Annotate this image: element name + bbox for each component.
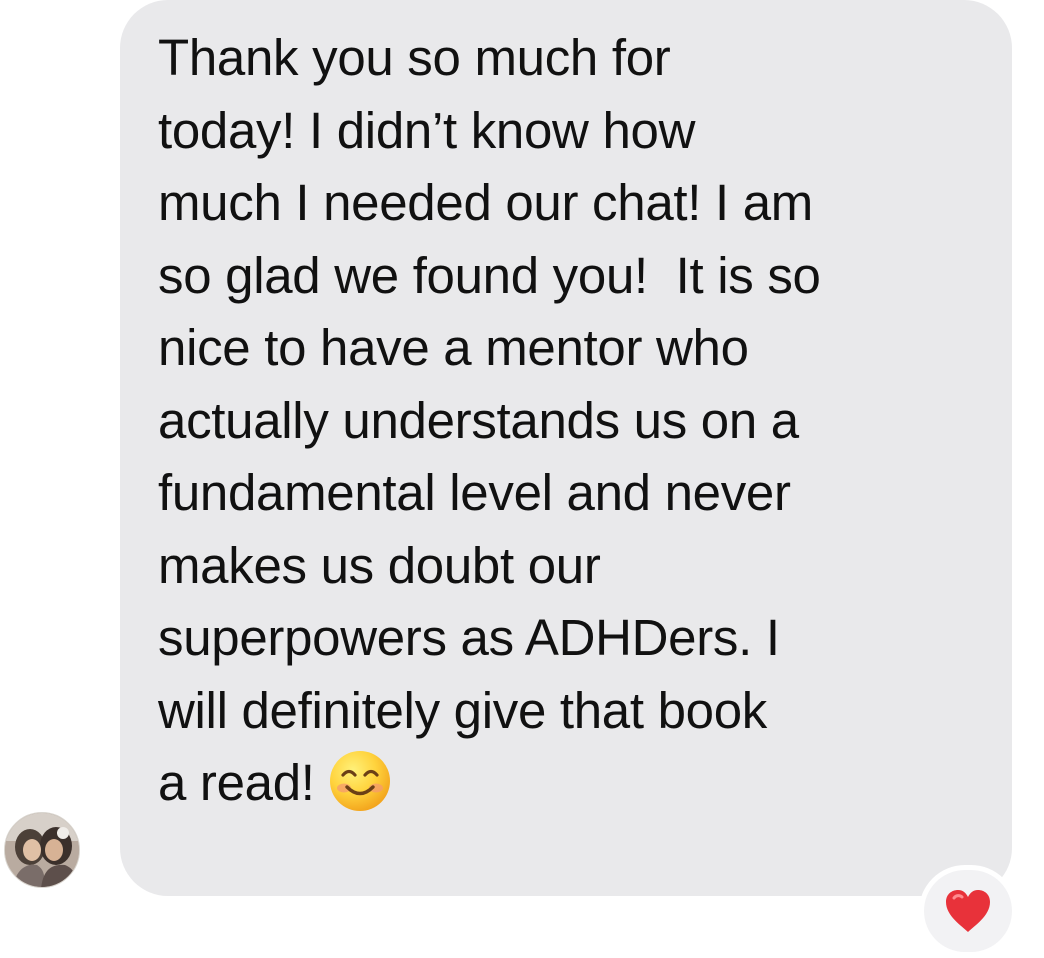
- message-line: Thank you so much for: [158, 29, 671, 86]
- message-line: today! I didn’t know how: [158, 101, 696, 159]
- message-line: will definitely give that book: [158, 681, 768, 739]
- message-line: nice to have a mentor who: [158, 319, 749, 376]
- message-line: so glad we found you! It is so: [158, 246, 821, 304]
- smiling-face-emoji: [329, 751, 390, 811]
- avatar-photo: [5, 813, 79, 887]
- heart-reaction-badge[interactable]: [924, 870, 1012, 952]
- message-last-line: a read!: [158, 747, 982, 820]
- message-line: makes us doubt our: [158, 536, 601, 594]
- message-line: fundamental level and never: [158, 464, 791, 521]
- sender-avatar[interactable]: [4, 812, 80, 888]
- message-line-text: a read!: [158, 754, 315, 811]
- message-line: actually understands us on a: [158, 391, 799, 449]
- red-heart-icon: [946, 890, 990, 932]
- message-line: much I needed our chat! I am: [158, 174, 813, 231]
- message-bubble[interactable]: Thank you so much for today! I didn’t kn…: [120, 0, 1012, 896]
- message-text: Thank you so much for today! I didn’t kn…: [158, 22, 982, 820]
- incoming-message-row: Thank you so much for today! I didn’t kn…: [0, 0, 1044, 958]
- message-line: superpowers as ADHDers. I: [158, 609, 780, 666]
